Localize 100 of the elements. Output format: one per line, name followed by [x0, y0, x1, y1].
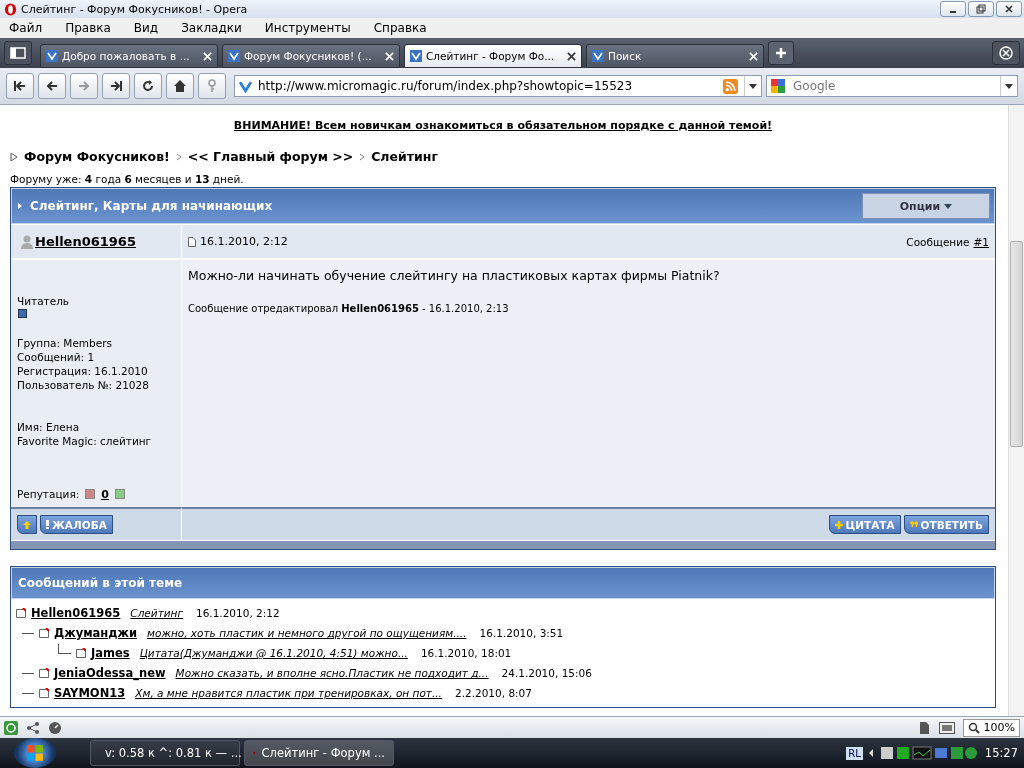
notice-link[interactable]: ВНИМАНИЕ! Всем новичкам ознакомиться в обязательном порядке с данной темой! [233, 119, 773, 132]
post-icon [39, 628, 49, 638]
closed-tabs-button[interactable] [992, 41, 1020, 65]
document-icon [188, 236, 196, 247]
options-button[interactable]: Опции [862, 193, 990, 219]
menu-item[interactable]: Файл [4, 21, 48, 35]
up-arrow-icon [23, 520, 31, 529]
tree-connector [22, 672, 34, 674]
author-link[interactable]: Hellen061965 [35, 234, 136, 249]
thread-post-link[interactable]: Хм, а мне нравится пластик при тренировках, он пот... [135, 687, 442, 699]
exclamation-icon [46, 520, 49, 529]
menu-item[interactable]: Инструменты [259, 21, 356, 35]
search-engine-icon [771, 79, 785, 93]
reload-icon [141, 79, 155, 93]
edit-note: Сообщение отредактировал Hellen061965 - 16.1.2010, 2:13 [188, 303, 510, 314]
thread-post-link[interactable]: Можно сказать, и вполне ясно.Пластик не подходит д... [175, 667, 489, 679]
rewind-icon [13, 79, 27, 93]
minus-icon[interactable] [85, 489, 96, 499]
plus-icon[interactable] [114, 489, 125, 499]
clock: 15:27 [984, 746, 1018, 760]
thread-post-link[interactable]: можно, хоть пластик и немного другой по ощущениям.... [147, 627, 467, 639]
browser-tab[interactable]: Слейтинг - Форум Фо... [404, 44, 582, 68]
closed-tabs-icon [998, 45, 1014, 61]
post-date: 16.1.2010, 2:12 [200, 235, 288, 248]
tree-connector [22, 632, 34, 634]
fast-forward-button[interactable] [102, 73, 130, 99]
profile-field: Имя: Елена [17, 420, 175, 434]
new-tab-button[interactable] [768, 41, 794, 65]
dropdown-caret-icon[interactable] [1000, 76, 1013, 96]
taskbar-button[interactable]: v: 0.58 к ^: 0.81 к — ... [90, 740, 240, 766]
reputation-label: Репутация: [17, 487, 80, 501]
thread-post-date: 2.2.2010, 8:07 [454, 687, 532, 699]
thread-author-link[interactable]: SAYMON13 [54, 686, 126, 700]
rewind-button[interactable] [6, 73, 34, 99]
thread-post-link[interactable]: Слейтинг [130, 607, 183, 619]
breadcrumb-link[interactable]: << Главный форум >> [187, 149, 354, 164]
scroll-up-button[interactable] [17, 515, 37, 534]
triangle-icon [18, 203, 22, 209]
tab-favicon-icon [592, 50, 604, 62]
profile-detail: Сообщений: 1 [17, 350, 96, 364]
home-icon [173, 79, 187, 93]
post-number-link[interactable]: #1 [973, 235, 989, 248]
post-number-label: Сообщение [906, 235, 970, 248]
thread-post-date: 24.1.2010, 15:06 [501, 667, 592, 679]
reputation-value[interactable]: 0 [101, 487, 109, 501]
magnifier-icon [967, 721, 980, 734]
windows-logo-icon [26, 744, 44, 762]
post-icon [16, 608, 26, 618]
browser-tab[interactable]: Форум Фокусников! (... [222, 44, 400, 68]
menu-item[interactable]: Закладки [176, 21, 247, 35]
home-button[interactable] [166, 73, 194, 99]
dropdown-caret-icon[interactable] [744, 76, 757, 96]
minimize-button[interactable] [940, 1, 966, 17]
browser-tab[interactable]: Поиск [586, 44, 764, 68]
thread-author-link[interactable]: Hellen061965 [31, 606, 121, 620]
back-arrow-icon [45, 79, 59, 93]
thread-author-link[interactable]: James [91, 646, 130, 660]
menu-item[interactable]: Правка [60, 21, 116, 35]
caret-icon [944, 203, 953, 209]
rank-pip-icon [18, 309, 27, 318]
profile-detail: Регистрация: 16.1.2010 [17, 364, 149, 378]
breadcrumb-link[interactable]: Слейтинг [371, 149, 438, 164]
triangle-icon [10, 152, 18, 161]
close-icon [1004, 4, 1014, 14]
close-icon[interactable] [567, 51, 576, 61]
quote-mark-icon [909, 521, 918, 528]
thread-author-link[interactable]: JeniaOdessa_new [54, 666, 166, 680]
forum-age-text: Форуму уже: 4 года 6 месяцев и 13 дней. [10, 173, 245, 185]
thread-post-date: 16.1.2010, 3:51 [479, 627, 564, 639]
taskbar-button[interactable]: Слейтинг - Форум ... [244, 740, 394, 766]
restore-button[interactable] [968, 1, 994, 17]
tree-connector [22, 692, 34, 694]
forward-arrow-icon [77, 79, 91, 93]
search-box[interactable]: Google [766, 75, 1018, 97]
restore-icon [976, 4, 986, 14]
reload-button[interactable] [134, 73, 162, 99]
plus-icon [834, 520, 843, 529]
close-button[interactable] [996, 1, 1022, 17]
chevron-icon [175, 152, 182, 161]
key-icon [205, 79, 219, 93]
vertical-scrollbar[interactable] [1008, 105, 1024, 716]
user-silhouette-icon [21, 234, 33, 249]
panel-icon [10, 47, 26, 59]
zoom-control[interactable]: 100% [962, 718, 1020, 737]
tab-favicon-icon [46, 50, 58, 62]
menu-item[interactable]: Вид [128, 21, 164, 35]
thread-post-date: 16.1.2010, 18:01 [420, 647, 512, 659]
breadcrumb-link[interactable]: Форум Фокусников! [24, 149, 170, 164]
address-field[interactable]: http://www.micromagic.ru/forum/index.php?showtopic=15523 [234, 75, 762, 97]
panel-toggle-button[interactable] [4, 41, 32, 65]
language-indicator[interactable]: RL [846, 746, 863, 760]
back-button[interactable] [38, 73, 66, 99]
thread-post-link[interactable]: Цитата(Джуманджи @ 16.1.2010, 4:51) можно... [139, 647, 408, 659]
thread-author-link[interactable]: Джуманджи [54, 626, 138, 640]
post-text: Можно-ли начинать обучение слейтингу на пластиковых картах фирмы Piatnik? [188, 268, 721, 283]
start-button[interactable] [14, 738, 56, 768]
browser-tab[interactable]: Добро пожаловать в ... [40, 44, 218, 68]
tree-connector [58, 644, 71, 654]
post-icon [39, 668, 49, 678]
menu-item[interactable]: Справка [368, 21, 432, 35]
